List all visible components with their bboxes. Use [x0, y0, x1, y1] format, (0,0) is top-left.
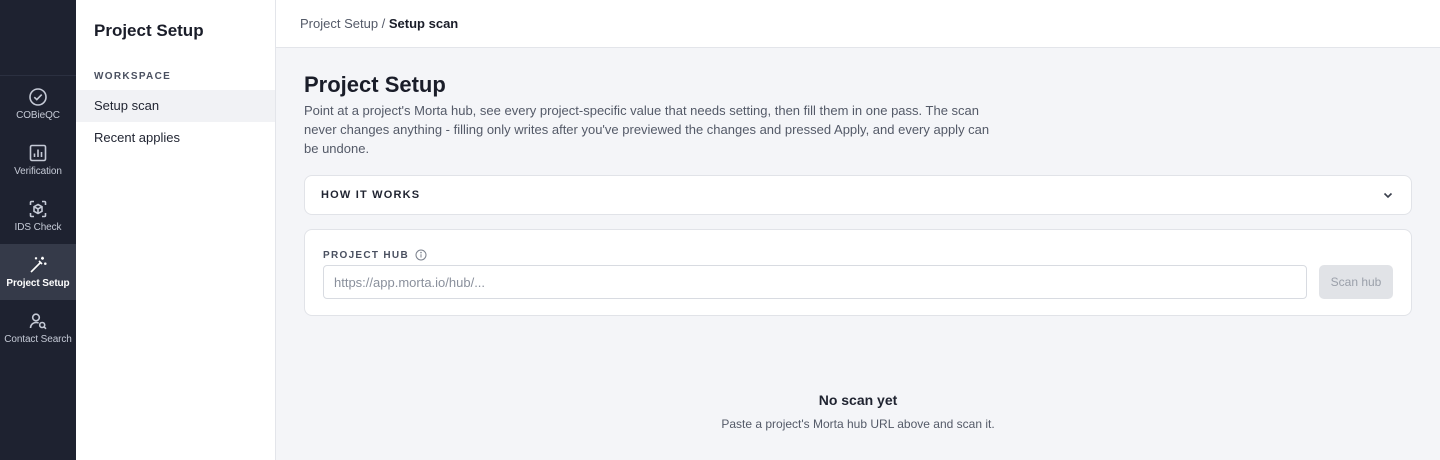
- sidebar-section-heading: WORKSPACE: [94, 71, 172, 82]
- rail-item-label: IDS Check: [14, 222, 62, 233]
- main-content: Project Setup Point at a project's Morta…: [276, 48, 1440, 460]
- rail-item-project-setup[interactable]: Project Setup: [0, 244, 76, 300]
- project-hub-label-text: PROJECT HUB: [323, 249, 409, 261]
- info-icon[interactable]: [415, 249, 427, 261]
- page-title: Project Setup: [304, 72, 446, 97]
- app-rail: COBieQC Verification IDS Check Project S…: [0, 0, 76, 460]
- chevron-down-icon: [1383, 192, 1393, 199]
- how-it-works-label: HOW IT WORKS: [321, 189, 421, 201]
- empty-state: No scan yet Paste a project's Morta hub …: [276, 392, 1440, 431]
- magic-wand-icon: [30, 256, 47, 273]
- breadcrumb-current: Setup scan: [388, 16, 459, 31]
- rail-item-contact-search[interactable]: Contact Search: [0, 300, 76, 356]
- sidebar-title: Project Setup: [94, 21, 204, 40]
- rail-item-cobieqc[interactable]: COBieQC: [0, 76, 76, 132]
- page-description: Point at a project's Morta hub, see ever…: [304, 103, 990, 156]
- rail-item-label: COBieQC: [16, 110, 60, 121]
- breadcrumb-separator: /: [378, 16, 389, 31]
- empty-state-subtitle: Paste a project's Morta hub URL above an…: [721, 417, 995, 431]
- empty-state-title: No scan yet: [818, 392, 898, 408]
- check-circle-icon: [29, 88, 47, 106]
- sidebar-item-recent-applies[interactable]: Recent applies: [76, 122, 275, 154]
- rail-item-verification[interactable]: Verification: [0, 132, 76, 188]
- bar-chart-icon: [29, 144, 47, 162]
- secondary-sidebar: Project Setup WORKSPACE Setup scan Recen…: [76, 0, 276, 460]
- how-it-works-accordion[interactable]: HOW IT WORKS: [304, 175, 1412, 215]
- breadcrumb-parent[interactable]: Project Setup: [300, 16, 378, 31]
- scan-cube-icon: [29, 200, 47, 218]
- rail-logo-area: [0, 0, 76, 76]
- rail-item-label: Contact Search: [4, 334, 72, 345]
- rail-item-label: Verification: [14, 166, 62, 177]
- project-hub-card: PROJECT HUB Scan hub: [304, 229, 1412, 316]
- rail-item-label: Project Setup: [6, 278, 70, 289]
- project-hub-label: PROJECT HUB: [323, 249, 427, 261]
- user-search-icon: [29, 313, 47, 330]
- project-hub-url-input[interactable]: [323, 265, 1307, 299]
- rail-item-ids-check[interactable]: IDS Check: [0, 188, 76, 244]
- top-bar: Project Setup / Setup scan: [276, 0, 1440, 48]
- sidebar-item-setup-scan[interactable]: Setup scan: [76, 90, 275, 122]
- scan-hub-button[interactable]: Scan hub: [1319, 265, 1393, 299]
- breadcrumb: Project Setup / Setup scan: [300, 16, 458, 31]
